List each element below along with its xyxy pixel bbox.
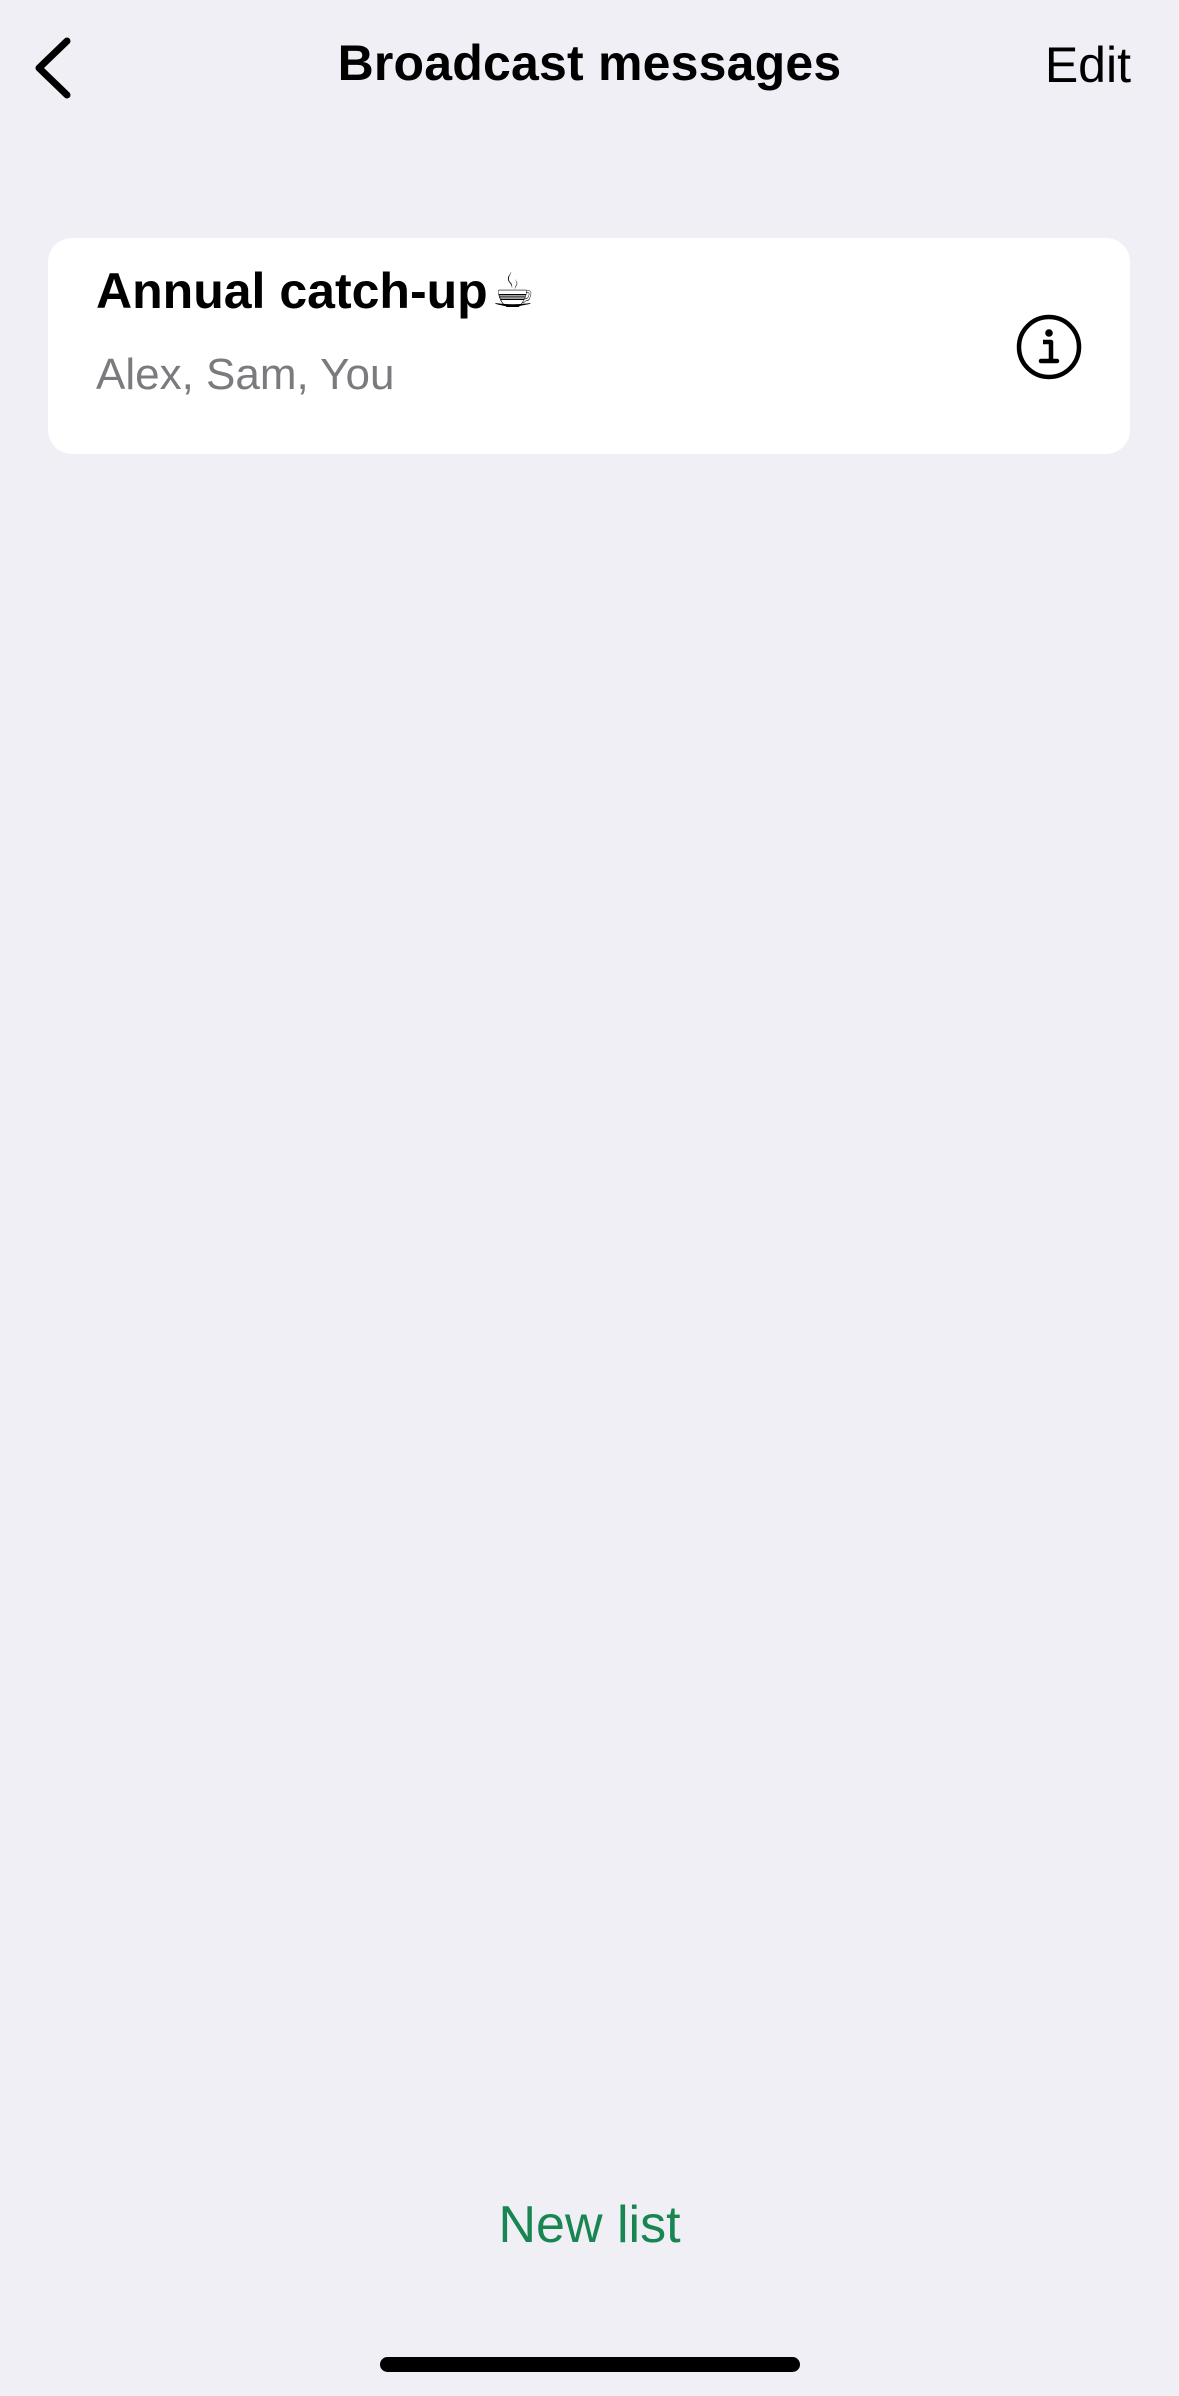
info-button[interactable]	[1016, 314, 1082, 380]
home-indicator	[380, 2357, 800, 2372]
navigation-bar: Broadcast messages Edit	[0, 0, 1179, 140]
broadcast-list-item[interactable]: Annual catch-up ☕ Alex, Sam, You	[48, 238, 1130, 454]
broadcast-list-members: Alex, Sam, You	[96, 350, 395, 399]
info-circle-icon	[1016, 314, 1082, 380]
page-title: Broadcast messages	[337, 35, 842, 91]
coffee-emoji: ☕	[491, 265, 535, 318]
edit-button[interactable]: Edit	[1045, 36, 1131, 94]
broadcast-list-name: Annual catch-up	[96, 263, 488, 319]
broadcast-list-title: Annual catch-up ☕	[96, 262, 535, 320]
new-list-button[interactable]: New list	[0, 2195, 1179, 2255]
